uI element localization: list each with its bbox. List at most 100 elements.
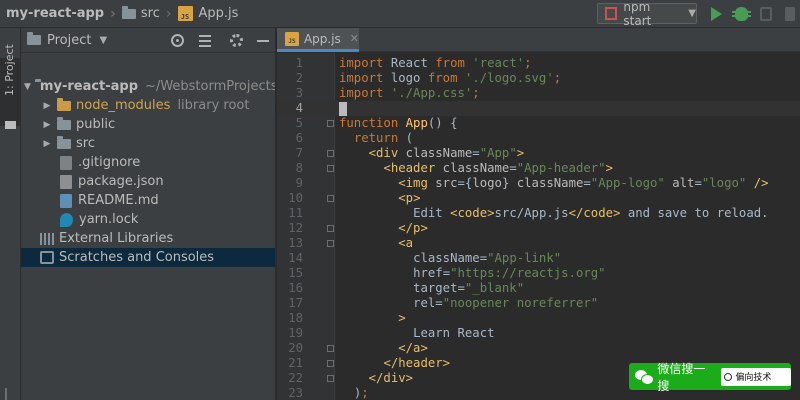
text-caret (339, 101, 347, 116)
fold-marker-icon[interactable] (327, 240, 334, 247)
tree-item-package-json[interactable]: package.json (21, 172, 275, 191)
code-text: import React from 'react'; (339, 56, 532, 70)
tree-item-node-modules[interactable]: ▶ node_modules library root (21, 96, 275, 115)
code-line[interactable]: 1 import React from 'react'; (277, 56, 800, 71)
fold-marker-icon[interactable] (327, 165, 334, 172)
code-line[interactable]: 12 </p> (277, 221, 800, 236)
fold-marker-icon[interactable] (327, 120, 334, 127)
code-editor[interactable]: 1 import React from 'react'; 2 import logo … (277, 53, 800, 400)
code-text: </div> (368, 371, 414, 385)
tree-item-external-libraries[interactable]: External Libraries (21, 229, 275, 248)
structure-tool-icon[interactable] (5, 388, 16, 400)
minimize-button[interactable] (254, 32, 271, 49)
code-line[interactable]: 9 <img src={logo} className="App-logo" a… (277, 176, 800, 191)
code-line[interactable]: 6 return ( (277, 131, 800, 146)
line-number: 15 (288, 266, 303, 280)
code-line[interactable]: 20 </a> (277, 341, 800, 356)
code-text: className="App-link" (413, 251, 562, 265)
chevron-down-icon: ▼ (688, 8, 696, 19)
code-line[interactable]: 7 <div className="App"> (277, 146, 800, 161)
code-text: return ( (353, 131, 414, 145)
tree-item-yarn-lock[interactable]: yarn.lock (21, 210, 275, 229)
line-number: 8 (295, 161, 303, 175)
code-line[interactable]: 8 <header className="App-header"> (277, 161, 800, 176)
line-number: 21 (288, 356, 303, 370)
npm-icon (605, 7, 618, 20)
code-text: <a (398, 236, 414, 250)
breadcrumb-project[interactable]: my-react-app › (0, 0, 122, 28)
code-text: import logo from './logo.svg'; (339, 71, 562, 85)
chevron-right-icon[interactable]: ▶ (41, 120, 53, 130)
yarn-icon (60, 212, 73, 227)
debug-button[interactable] (731, 4, 751, 24)
line-number: 18 (288, 311, 303, 325)
breadcrumb-file[interactable]: JS App.js (177, 0, 238, 28)
coverage-button[interactable] (756, 4, 776, 24)
fold-marker-icon[interactable] (327, 225, 334, 232)
project-tool-tab-label: 1: Project (3, 44, 16, 96)
code-line[interactable]: 18 > (277, 311, 800, 326)
line-number: 4 (295, 101, 303, 115)
fold-marker-icon[interactable] (327, 345, 334, 352)
code-line[interactable]: 5 function App() { (277, 116, 800, 131)
tree-item-scratches[interactable]: Scratches and Consoles (21, 248, 275, 267)
line-number: 23 (288, 386, 303, 400)
code-line[interactable]: 19 Learn React (277, 326, 800, 341)
collapse-all-button[interactable] (196, 32, 213, 49)
settings-button[interactable] (228, 32, 245, 49)
chevron-down-icon[interactable]: ▼ (24, 82, 31, 92)
libraries-icon (40, 232, 54, 245)
stop-icon (785, 7, 795, 21)
code-text: ); (353, 386, 369, 400)
locate-button[interactable] (169, 32, 186, 49)
fold-marker-icon[interactable] (327, 375, 334, 382)
code-line[interactable]: 15 href="https://reactjs.org" (277, 266, 800, 281)
gear-icon (230, 34, 243, 47)
folder-icon (121, 5, 136, 19)
code-line[interactable]: 2 import logo from './logo.svg'; (277, 71, 800, 86)
code-line[interactable]: 13 <a (277, 236, 800, 251)
tree-item-root[interactable]: ▼ my-react-app ~/WebstormProjects (21, 77, 275, 96)
stop-button[interactable] (780, 4, 800, 24)
line-number: 6 (295, 131, 303, 145)
fold-marker-icon[interactable] (327, 360, 334, 367)
run-configuration-select[interactable]: npm start ▼ (597, 0, 697, 28)
tab-app-js[interactable]: JS App.js ✕ (277, 28, 359, 52)
code-text: </header> (383, 356, 451, 370)
code-text: </a> (398, 341, 428, 355)
js-file-icon: JS (285, 31, 299, 46)
navigation-bar: my-react-app › src › JS App.js npm start… (0, 0, 800, 28)
code-text: function App() { (339, 116, 458, 130)
tree-item-gitignore[interactable]: .gitignore (21, 153, 275, 172)
project-view-select[interactable]: Project (47, 33, 91, 48)
tree-item-src[interactable]: ▶ src (21, 134, 275, 153)
chevron-right-icon[interactable]: ▶ (41, 101, 53, 111)
code-line[interactable]: 4 (277, 101, 800, 116)
code-line[interactable]: 16 target="_blank" (277, 281, 800, 296)
wechat-watermark: 微信搜一搜 偏向技术 (629, 362, 791, 393)
code-text: <header className="App-header"> (383, 161, 613, 175)
tree-item-readme[interactable]: README.md (21, 191, 275, 210)
run-icon (710, 7, 722, 21)
chevron-down-icon[interactable]: ▼ (99, 35, 107, 46)
fold-marker-icon[interactable] (327, 195, 334, 202)
breadcrumb-folder[interactable]: src › (121, 0, 178, 28)
fold-marker-icon[interactable] (327, 150, 334, 157)
search-icon (724, 372, 733, 381)
chevron-right-icon[interactable]: ▶ (41, 139, 53, 149)
code-line[interactable]: 17 rel="noopener noreferrer" (277, 296, 800, 311)
run-button[interactable] (706, 4, 726, 24)
markdown-file-icon (60, 193, 72, 208)
watermark-search-box: 偏向技术 (721, 367, 791, 386)
code-line[interactable]: 14 className="App-link" (277, 251, 800, 266)
code-line[interactable]: 3 import './App.css'; (277, 86, 800, 101)
code-text: > (398, 311, 406, 325)
code-text: <div className="App"> (368, 146, 525, 160)
close-icon[interactable]: ✕ (350, 32, 359, 45)
tree-item-public[interactable]: ▶ public (21, 115, 275, 134)
code-line[interactable]: 10 <p> (277, 191, 800, 206)
line-number: 13 (288, 236, 303, 250)
code-line[interactable]: 11 Edit <code>src/App.js</code> and save… (277, 206, 800, 221)
collapse-all-icon (198, 34, 211, 47)
code-text: Edit <code>src/App.js</code> and save to… (413, 206, 769, 220)
